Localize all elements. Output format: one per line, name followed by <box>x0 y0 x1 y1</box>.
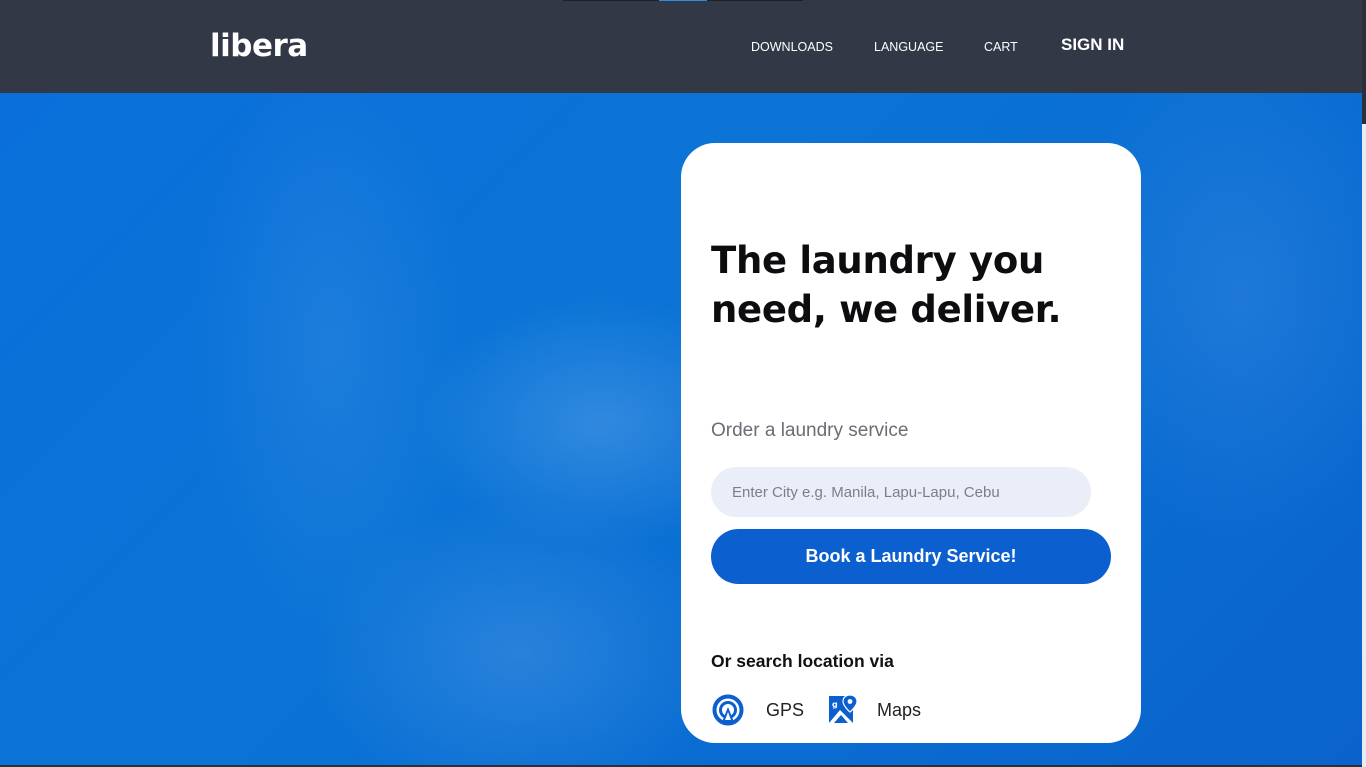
nav-item-downloads[interactable]: DOWNLOADS <box>751 39 833 55</box>
brand-logo[interactable]: libera <box>210 28 308 64</box>
order-service-label: Order a laundry service <box>711 420 909 441</box>
gps-option-label[interactable]: GPS <box>766 699 804 721</box>
nav-item-cart[interactable]: CART <box>984 39 1018 55</box>
top-navigation-bar: libera DOWNLOADS LANGUAGE CART SIGN IN <box>0 0 1362 93</box>
scrollbar-thumb[interactable] <box>1362 0 1366 124</box>
alt-search-label: Or search location via <box>711 651 894 671</box>
nav-item-language[interactable]: LANGUAGE <box>874 39 943 55</box>
svg-text:g: g <box>832 700 838 709</box>
hero-headline: The laundry you need, we deliver. <box>711 239 1062 331</box>
booking-card: The laundry you need, we deliver. Order … <box>681 143 1141 743</box>
maps-option-label[interactable]: Maps <box>877 699 921 721</box>
maps-icon[interactable]: g <box>828 693 858 725</box>
active-tab-indicator <box>659 0 707 1</box>
page: libera DOWNLOADS LANGUAGE CART SIGN IN T… <box>0 0 1366 767</box>
city-search-input[interactable] <box>711 467 1091 517</box>
page-scrollbar[interactable] <box>1362 0 1366 767</box>
sign-in-link[interactable]: SIGN IN <box>1061 34 1124 56</box>
gps-icon[interactable] <box>712 694 744 726</box>
book-laundry-button[interactable]: Book a Laundry Service! <box>711 529 1111 584</box>
